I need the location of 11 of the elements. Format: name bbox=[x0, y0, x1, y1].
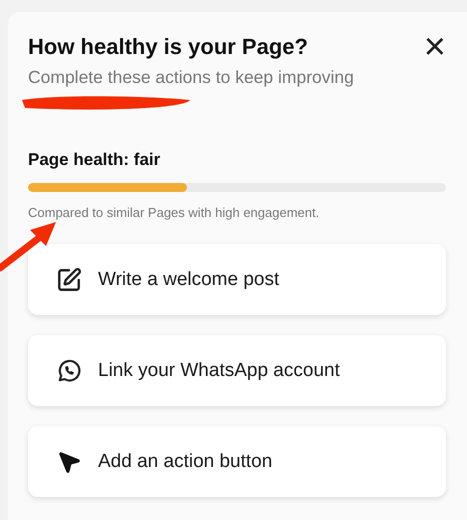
health-caption: Compared to similar Pages with high engagement. bbox=[28, 205, 320, 220]
action-button[interactable]: Write a welcome post bbox=[28, 244, 446, 315]
close-button[interactable]: × bbox=[424, 34, 446, 60]
dialog-title: How healthy is your Page? bbox=[28, 34, 308, 60]
action-button[interactable]: Add an action button bbox=[28, 426, 446, 497]
annotation-arrow bbox=[0, 222, 56, 272]
health-label: Page health: fair bbox=[28, 150, 162, 170]
action-button[interactable]: Link your WhatsApp account bbox=[28, 335, 446, 406]
chat-phone-icon bbox=[56, 358, 82, 384]
edit-icon bbox=[56, 266, 82, 292]
dialog-subtitle: Complete these actions to keep improving bbox=[28, 67, 355, 88]
